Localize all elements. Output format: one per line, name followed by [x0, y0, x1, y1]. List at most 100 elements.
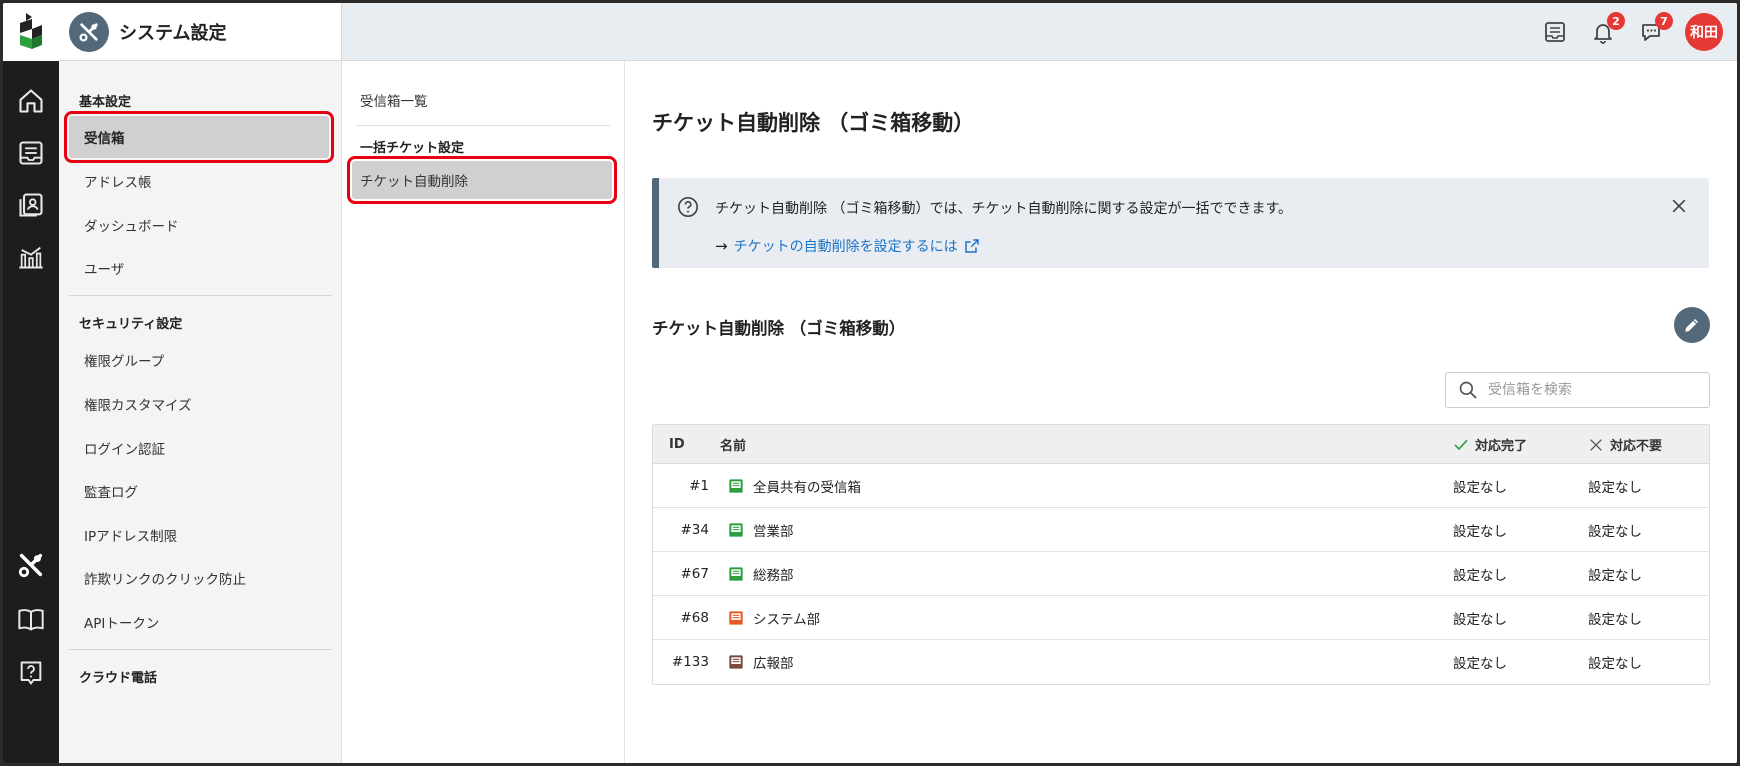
- chart-icon: [19, 246, 43, 269]
- rail-dashboard[interactable]: [3, 233, 59, 281]
- page-title: チケット自動削除 （ゴミ箱移動）: [652, 111, 975, 135]
- rail-inbox[interactable]: [3, 129, 59, 177]
- row-id: #1: [689, 478, 709, 494]
- window-frame: システム設定 2 7 和田 基本設定 受信箱 アドレス帳 ダッシュボード ユーザ…: [0, 0, 1740, 766]
- notifications-badge: 2: [1607, 12, 1625, 30]
- sidebar-item-users[interactable]: ユーザ: [69, 247, 329, 289]
- rail-help[interactable]: [3, 649, 59, 697]
- edit-button[interactable]: [1674, 307, 1710, 343]
- messages-badge: 7: [1655, 12, 1673, 30]
- section-basic-settings: 基本設定: [79, 95, 132, 110]
- app-logo[interactable]: [3, 3, 59, 61]
- top-header: システム設定 2 7 和田: [59, 3, 1737, 61]
- search-input[interactable]: [1488, 382, 1688, 398]
- sidebar-item-ip-restriction[interactable]: IPアドレス制限: [69, 514, 329, 556]
- sub-navigation: 受信箱一覧 一括チケット設定 チケット自動削除: [342, 61, 625, 763]
- row-name: 全員共有の受信箱: [753, 480, 861, 496]
- subnav-section-bulk: 一括チケット設定: [360, 141, 465, 156]
- tools-icon: [18, 553, 43, 578]
- row-id: #67: [680, 566, 710, 582]
- row-unneeded: 設定なし: [1588, 524, 1642, 540]
- row-done: 設定なし: [1453, 524, 1507, 540]
- table-row[interactable]: #133 広報部 設定なし 設定なし: [653, 640, 1709, 684]
- row-id: #133: [671, 654, 709, 670]
- messages-button[interactable]: 7: [1637, 12, 1673, 46]
- sidebar-item-api-token[interactable]: APIトークン: [69, 601, 329, 643]
- row-name-cell: 全員共有の受信箱: [728, 464, 861, 508]
- row-unneeded: 設定なし: [1588, 612, 1642, 628]
- header-app-title: システム設定: [59, 3, 342, 61]
- row-unneeded: 設定なし: [1588, 568, 1642, 584]
- inbox-icon: [729, 479, 743, 493]
- close-icon[interactable]: [1669, 196, 1689, 216]
- user-avatar[interactable]: 和田: [1685, 13, 1723, 51]
- table-row[interactable]: #67 総務部 設定なし 設定なし: [653, 552, 1709, 596]
- contacts-icon: [19, 193, 43, 217]
- header-title: システム設定: [119, 22, 227, 44]
- sidebar-item-audit-log[interactable]: 監査ログ: [69, 470, 329, 512]
- sidebar-divider: [69, 649, 332, 650]
- th-id: ID: [669, 437, 685, 452]
- row-name: 総務部: [753, 568, 794, 584]
- sidebar-item-permission-groups[interactable]: 権限グループ: [69, 339, 329, 381]
- row-id: #68: [680, 610, 710, 626]
- main-content: チケット自動削除 （ゴミ箱移動） チケット自動削除 （ゴミ箱移動）では、チケット…: [625, 61, 1737, 763]
- pencil-icon: [1685, 319, 1698, 332]
- table-row[interactable]: #1 全員共有の受信箱 設定なし 設定なし: [653, 464, 1709, 508]
- row-name: システム部: [753, 612, 821, 628]
- subnav-inbox-list[interactable]: 受信箱一覧: [360, 90, 428, 110]
- row-unneeded: 設定なし: [1588, 480, 1642, 496]
- inbox-icon: [729, 567, 743, 581]
- th-unneeded-label: 対応不要: [1610, 439, 1663, 454]
- inbox-tray-icon: [1545, 22, 1565, 42]
- sidebar-item-phishing-protection[interactable]: 詐欺リンクのクリック防止: [69, 557, 329, 599]
- rail-contacts[interactable]: [3, 181, 59, 229]
- inbox-icon: [729, 655, 743, 669]
- row-name: 営業部: [753, 524, 794, 540]
- inbox-tray-button[interactable]: [1541, 18, 1569, 46]
- info-link-label[interactable]: チケットの自動削除を設定するには: [734, 236, 958, 256]
- table-header: ID 名前 対応完了 対応不要: [653, 425, 1709, 464]
- sidebar-item-address-book[interactable]: アドレス帳: [69, 160, 329, 202]
- row-name-cell: 広報部: [728, 640, 794, 684]
- rail-home[interactable]: [3, 77, 59, 125]
- row-id: #34: [680, 522, 710, 538]
- sidebar-item-login-auth[interactable]: ログイン認証: [69, 427, 329, 469]
- subnav-divider: [356, 125, 610, 126]
- info-banner: チケット自動削除 （ゴミ箱移動）では、チケット自動削除に関する設定が一括でできま…: [652, 178, 1709, 268]
- app-window: システム設定 2 7 和田 基本設定 受信箱 アドレス帳 ダッシュボード ユーザ…: [3, 3, 1737, 763]
- row-name-cell: 営業部: [728, 508, 794, 552]
- header-actions: 2 7 和田: [1541, 3, 1723, 61]
- info-text: チケット自動削除 （ゴミ箱移動）では、チケット自動削除に関する設定が一括でできま…: [715, 201, 1293, 217]
- sidebar-item-dashboard[interactable]: ダッシュボード: [69, 204, 329, 246]
- question-icon: [678, 197, 698, 217]
- row-done: 設定なし: [1453, 656, 1507, 672]
- inbox-icon: [729, 611, 743, 625]
- tools-icon: [69, 11, 109, 52]
- search-icon: [1459, 381, 1477, 399]
- info-help-link[interactable]: → チケットの自動削除を設定するには: [715, 236, 980, 256]
- left-rail: [3, 61, 59, 763]
- x-icon: [1590, 438, 1602, 451]
- sidebar-item-permission-customize[interactable]: 権限カスタマイズ: [69, 383, 329, 425]
- home-icon: [19, 89, 43, 113]
- sidebar-item-inbox[interactable]: 受信箱: [64, 111, 334, 163]
- th-done-label: 対応完了: [1475, 439, 1528, 454]
- rail-manual[interactable]: [3, 595, 59, 643]
- section-cloud-phone: クラウド電話: [79, 671, 158, 686]
- th-done: 対応完了: [1453, 425, 1527, 464]
- settings-sidebar: 基本設定 受信箱 アドレス帳 ダッシュボード ユーザ セキュリティ設定 権限グル…: [59, 61, 342, 763]
- row-name: 広報部: [753, 656, 794, 672]
- table-row[interactable]: #68 システム部 設定なし 設定なし: [653, 596, 1709, 640]
- inbox-search[interactable]: [1445, 372, 1710, 408]
- notifications-button[interactable]: 2: [1589, 12, 1625, 46]
- subnav-item-auto-delete[interactable]: チケット自動削除: [347, 156, 617, 204]
- inbox-icon: [729, 523, 743, 537]
- help-icon: [20, 661, 42, 685]
- check-icon: [1454, 439, 1468, 450]
- section-security-settings: セキュリティ設定: [79, 317, 183, 332]
- section-title: チケット自動削除 （ゴミ箱移動）: [652, 319, 906, 338]
- table-row[interactable]: #34 営業部 設定なし 設定なし: [653, 508, 1709, 552]
- row-done: 設定なし: [1453, 612, 1507, 628]
- rail-settings[interactable]: [3, 541, 59, 589]
